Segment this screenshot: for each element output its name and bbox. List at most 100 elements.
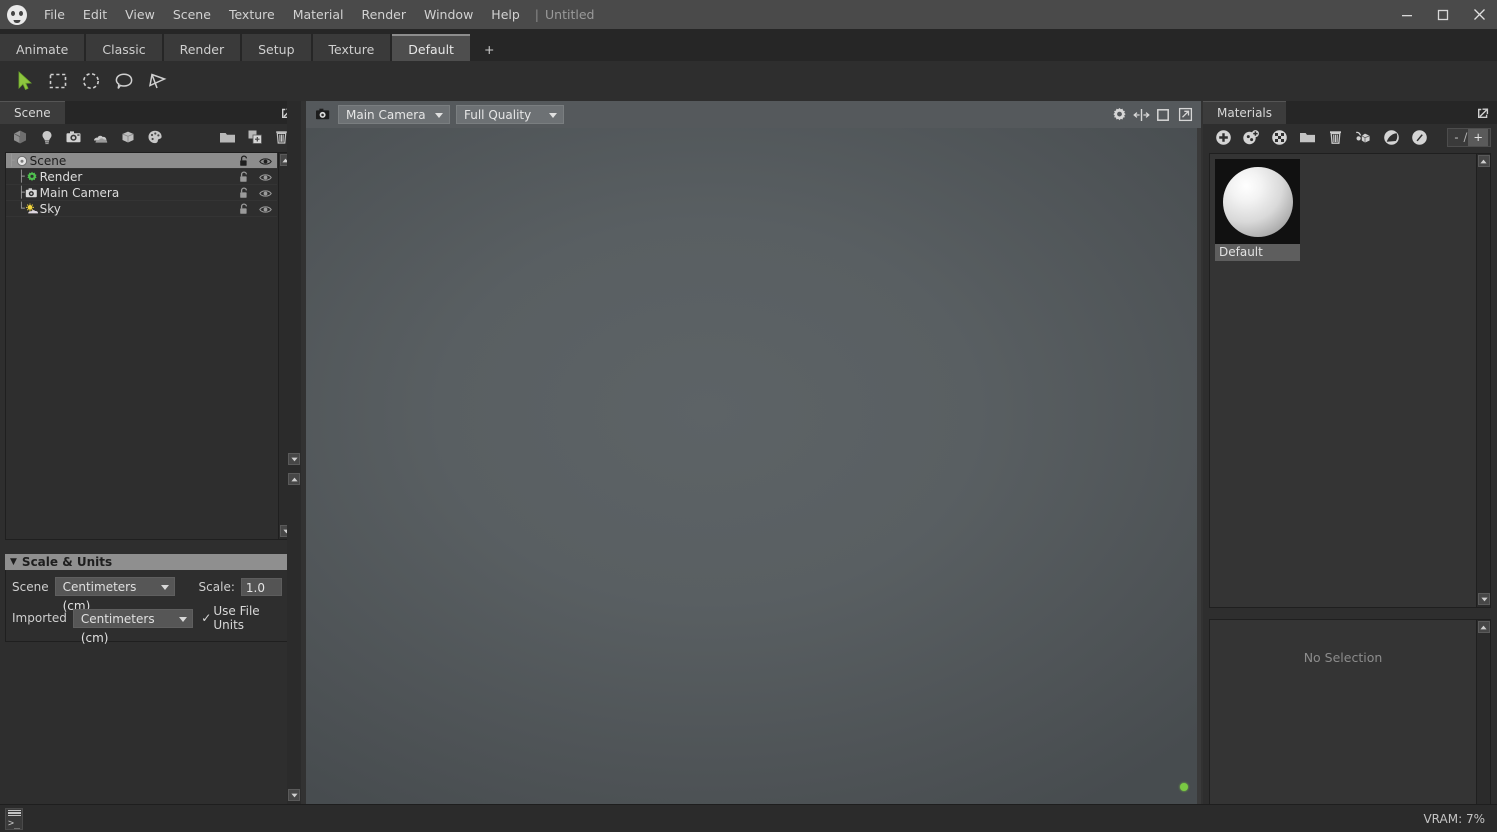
white-sphere-preview xyxy=(1223,167,1293,237)
maximize-icon[interactable] xyxy=(1425,0,1461,29)
lasso-select-tool[interactable] xyxy=(109,67,139,95)
scene-units-row: Scene Centimeters (cm) Scale: 1.0 xyxy=(12,577,282,596)
add-sky-icon[interactable] xyxy=(87,126,114,148)
panel-tab-scene[interactable]: Scene xyxy=(0,101,65,124)
delete-material-icon[interactable] xyxy=(1321,126,1349,148)
rectangle-select-tool[interactable] xyxy=(43,67,73,95)
tab-animate[interactable]: Animate xyxy=(0,34,84,61)
scene-panel-tab-row: Scene xyxy=(0,101,301,124)
tool-strip xyxy=(0,61,1497,101)
material-preview-icon[interactable] xyxy=(1377,126,1405,148)
menu-material[interactable]: Material xyxy=(284,0,353,29)
checker-material-icon[interactable] xyxy=(1265,126,1293,148)
menu-file[interactable]: File xyxy=(35,0,74,29)
popout-icon[interactable] xyxy=(1476,105,1491,120)
properties-scrollbar[interactable] xyxy=(1476,620,1490,832)
eye-icon[interactable] xyxy=(255,157,275,166)
viewport-icon-group xyxy=(1107,105,1195,124)
maximize-view-icon[interactable] xyxy=(1153,105,1173,124)
tab-default[interactable]: Default xyxy=(392,34,470,61)
tree-row-scene[interactable]: ├ Scene xyxy=(6,153,277,169)
panel-tab-materials[interactable]: Materials xyxy=(1203,101,1286,124)
eye-icon[interactable] xyxy=(255,205,275,214)
scale-and-units-header[interactable]: ▼ Scale & Units xyxy=(5,554,289,570)
left-scroll-down-arrow-icon[interactable] xyxy=(288,473,300,485)
duplicate-icon[interactable] xyxy=(241,126,268,148)
unlocked-icon[interactable] xyxy=(233,203,255,215)
tab-classic[interactable]: Classic xyxy=(86,34,161,61)
count-plus[interactable]: + xyxy=(1468,129,1488,146)
unlocked-icon[interactable] xyxy=(233,155,255,167)
copy-material-icon[interactable] xyxy=(1237,126,1265,148)
menu-texture[interactable]: Texture xyxy=(220,0,284,29)
add-primitive-icon[interactable] xyxy=(114,126,141,148)
scene-units-label: Scene xyxy=(12,580,49,594)
use-file-units-checkbox[interactable]: ✓ Use File Units xyxy=(201,604,282,632)
tree-row-sky[interactable]: └ Sky xyxy=(6,201,277,217)
viewport-quality-value: Full Quality xyxy=(464,108,531,122)
left-panel-scroll-column[interactable] xyxy=(287,101,301,804)
scene-panel: Scene xyxy=(0,101,301,804)
unlocked-icon[interactable] xyxy=(233,171,255,183)
unlocked-icon[interactable] xyxy=(233,187,255,199)
tab-texture[interactable]: Texture xyxy=(313,34,391,61)
minimize-icon[interactable] xyxy=(1389,0,1425,29)
tree-row-main-camera[interactable]: ├ Main Camera xyxy=(6,185,277,201)
add-workspace-button[interactable]: + xyxy=(472,34,506,61)
console-prompt: >_ xyxy=(8,818,20,829)
add-material-icon[interactable] xyxy=(141,126,168,148)
apply-to-object-icon[interactable] xyxy=(1349,126,1377,148)
scene-icon xyxy=(15,154,29,167)
add-camera-icon[interactable] xyxy=(60,126,87,148)
materials-grid[interactable]: Default xyxy=(1209,153,1491,608)
count-minus[interactable]: - xyxy=(1450,130,1462,144)
new-folder-icon[interactable] xyxy=(214,126,241,148)
pointer-select-tool[interactable] xyxy=(10,67,40,95)
menu-edit[interactable]: Edit xyxy=(74,0,116,29)
materials-grid-scrollbar[interactable] xyxy=(1476,154,1490,607)
menu-view[interactable]: View xyxy=(116,0,164,29)
add-material-icon[interactable] xyxy=(1209,126,1237,148)
polygon-select-tool[interactable] xyxy=(142,67,172,95)
tab-setup[interactable]: Setup xyxy=(242,34,310,61)
viewport-quality-select[interactable]: Full Quality xyxy=(456,105,564,124)
settings-gear-icon[interactable] xyxy=(1109,105,1129,124)
menu-render[interactable]: Render xyxy=(352,0,415,29)
scale-input[interactable]: 1.0 xyxy=(241,578,282,596)
imported-units-select[interactable]: Centimeters (cm) xyxy=(73,609,193,628)
material-folder-icon[interactable] xyxy=(1293,126,1321,148)
eye-icon[interactable] xyxy=(255,173,275,182)
add-object-icon[interactable] xyxy=(6,126,33,148)
material-count-stepper[interactable]: - / + xyxy=(1447,128,1491,147)
left-scroll-up-arrow-icon[interactable] xyxy=(288,453,300,465)
menu-help[interactable]: Help xyxy=(482,0,529,29)
left-scroll-bottom-arrow-icon[interactable] xyxy=(288,789,300,801)
menu-window[interactable]: Window xyxy=(415,0,482,29)
scroll-up-arrow-icon[interactable] xyxy=(1478,621,1490,633)
split-view-icon[interactable] xyxy=(1131,105,1151,124)
scale-and-units-title: Scale & Units xyxy=(22,555,112,569)
popout-icon[interactable] xyxy=(1175,105,1195,124)
triangle-down-icon[interactable]: ▼ xyxy=(10,557,17,567)
menu-scene[interactable]: Scene xyxy=(164,0,220,29)
console-menu-icon[interactable]: >_ xyxy=(5,808,23,830)
scroll-down-arrow-icon[interactable] xyxy=(1478,593,1490,605)
tree-row-controls xyxy=(233,201,277,217)
add-light-icon[interactable] xyxy=(33,126,60,148)
tree-row-render[interactable]: ├ Render xyxy=(6,169,277,185)
ellipse-select-tool[interactable] xyxy=(76,67,106,95)
camera-icon xyxy=(25,186,39,199)
document-title: Untitled xyxy=(545,0,594,29)
material-item[interactable]: Default xyxy=(1215,159,1300,261)
tab-render[interactable]: Render xyxy=(164,34,241,61)
no-selection-message: No Selection xyxy=(1210,650,1476,665)
scroll-up-arrow-icon[interactable] xyxy=(1478,155,1490,167)
close-icon[interactable] xyxy=(1461,0,1497,29)
viewport-camera-select[interactable]: Main Camera xyxy=(338,105,450,124)
scene-units-select[interactable]: Centimeters (cm) xyxy=(55,577,175,596)
pick-material-icon[interactable] xyxy=(1405,126,1433,148)
scale-and-units-panel: ▼ Scale & Units Scene Centimeters (cm) S… xyxy=(5,554,289,642)
viewport-3d-canvas[interactable] xyxy=(306,128,1201,804)
window-controls xyxy=(1389,0,1497,29)
eye-icon[interactable] xyxy=(255,189,275,198)
